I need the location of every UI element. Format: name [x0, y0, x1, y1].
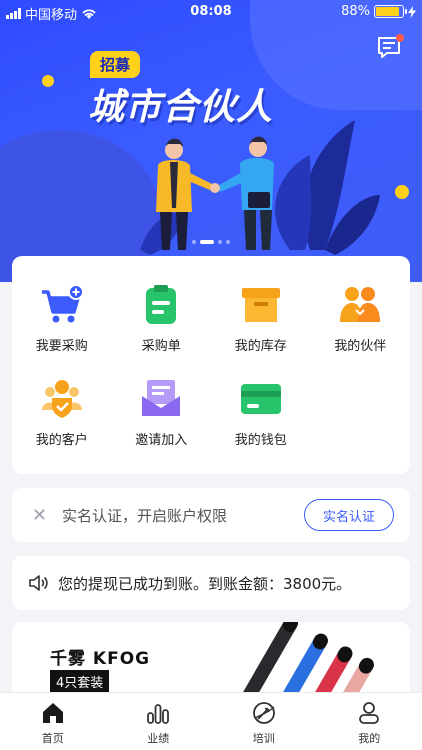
home-icon: [42, 703, 63, 723]
bottom-tab-bar: 首页 业绩 培训 我的: [0, 692, 422, 750]
tab-label: 培训: [252, 732, 275, 745]
menu-item-purchase-order[interactable]: 采购单: [112, 284, 212, 354]
notice-bar[interactable]: 您的提现已成功到账。到账金额：3800元。: [12, 556, 410, 610]
inventory-box-icon: [239, 284, 283, 326]
menu-item-wallet[interactable]: 我的钱包: [211, 378, 311, 448]
menu-item-partners[interactable]: 我的伙伴: [311, 284, 411, 354]
recruit-tag: 招募: [90, 51, 141, 78]
status-bar: 中国移动 08:08 88%: [0, 0, 422, 24]
promo-tag: 4只套装: [50, 670, 110, 693]
customer-shield-icon: [40, 378, 84, 420]
menu-item-label: 我的库存: [234, 339, 287, 354]
menu-item-invite[interactable]: 邀请加入: [112, 378, 212, 448]
menu-item-label: 邀请加入: [135, 433, 188, 448]
verification-prompt: ✕ 实名认证，开启账户权限 实名认证: [12, 488, 410, 542]
carousel-dot: [226, 240, 230, 244]
menu-item-label: 采购单: [141, 339, 181, 354]
menu-item-label: 我的伙伴: [334, 339, 387, 354]
tab-label: 业绩: [147, 732, 170, 745]
message-button[interactable]: [376, 34, 404, 60]
partners-icon: [338, 284, 382, 326]
notice-text: 您的提现已成功到账。到账金额：3800元。: [58, 574, 352, 593]
menu-item-label: 我要采购: [35, 339, 88, 354]
training-icon: [252, 702, 275, 724]
tab-training[interactable]: 培训: [211, 693, 317, 750]
close-icon[interactable]: ✕: [32, 505, 47, 526]
banner-decor: [42, 75, 54, 87]
wallet-card-icon: [239, 378, 283, 420]
carousel-dot: [218, 240, 222, 244]
tab-label: 首页: [41, 732, 64, 745]
chat-message-icon: [378, 34, 404, 58]
tab-label: 我的: [358, 732, 381, 745]
profile-icon: [359, 702, 380, 724]
hero-banner[interactable]: 中国移动 08:08 88% 招募 城市合伙人: [0, 0, 422, 282]
speaker-icon: [29, 575, 48, 591]
menu-item-label: 我的客户: [35, 433, 88, 448]
menu-item-label: 我的钱包: [234, 433, 287, 448]
battery-icon: [374, 5, 407, 18]
menu-item-customers[interactable]: 我的客户: [12, 378, 112, 448]
menu-item-purchase[interactable]: 我要采购: [12, 284, 112, 354]
banner-headline: 城市合伙人: [88, 87, 274, 128]
carousel-dot-active: [200, 240, 214, 244]
tab-home[interactable]: 首页: [0, 693, 106, 750]
menu-item-inventory[interactable]: 我的库存: [211, 284, 311, 354]
tab-profile[interactable]: 我的: [317, 693, 422, 750]
verify-button[interactable]: 实名认证: [303, 499, 394, 531]
shopping-cart-plus-icon: [40, 284, 84, 326]
clipboard-list-icon: [139, 284, 183, 326]
promo-title: 千雾 KFOG: [50, 649, 151, 669]
banner-decor: [395, 185, 409, 199]
verification-text: 实名认证，开启账户权限: [62, 506, 228, 525]
charging-icon: [408, 5, 416, 18]
bar-chart-icon: [147, 704, 170, 724]
tab-performance[interactable]: 业绩: [106, 693, 212, 750]
quick-menu-card: 我要采购 采购单 我的库存 我的伙伴 我的客户 邀请加入 我的钱包: [12, 256, 410, 474]
carousel-indicator: [0, 240, 422, 244]
battery-percent: 88%: [341, 4, 370, 19]
invitation-envelope-icon: [139, 378, 183, 420]
carousel-dot: [192, 240, 196, 244]
